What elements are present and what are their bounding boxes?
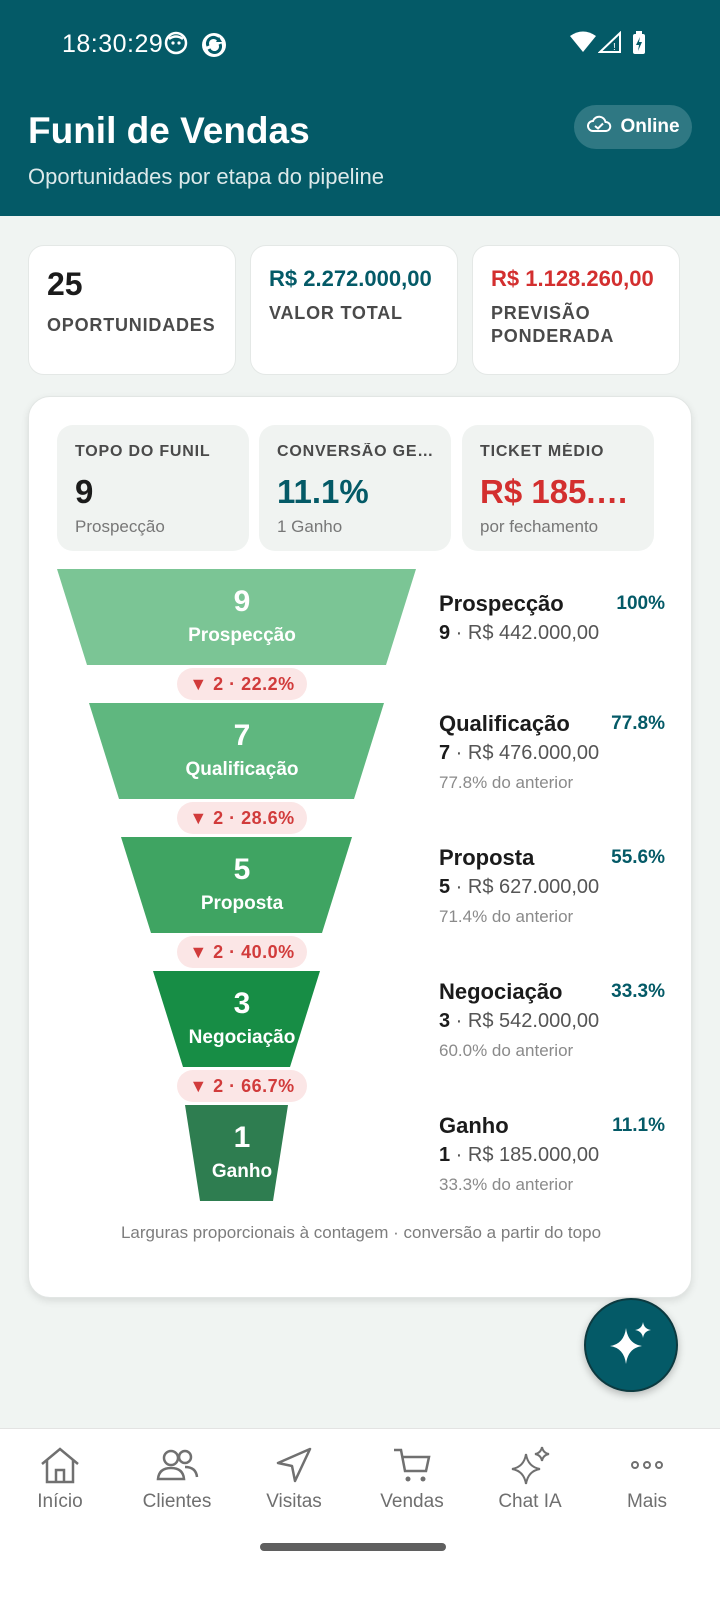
- stage-info-value: 3 · R$ 542.000,00: [439, 1010, 600, 1032]
- face-icon: [164, 31, 188, 60]
- kpi-card-valor-total: R$ 2.272.000,00 VALOR TOTAL: [250, 245, 458, 375]
- home-icon: [41, 1447, 79, 1484]
- online-label: Online: [620, 116, 680, 137]
- nav-label: Clientes: [142, 1491, 212, 1512]
- stage-info-percent: 100%: [616, 593, 665, 614]
- stage-info-value: 7 · R$ 476.000,00: [439, 742, 600, 764]
- app-header: 18:30:29 ! Funil de Vendas Oportunidades…: [0, 0, 720, 216]
- page-title: Funil de Vendas: [28, 110, 310, 151]
- more-icon: [631, 1461, 663, 1469]
- stage-info-name: Proposta: [439, 845, 535, 870]
- drop-badge: ▼ 2 · 22.2%: [177, 668, 307, 700]
- funnel-stage-name: Ganho: [211, 1161, 273, 1182]
- nav-item-mais[interactable]: Mais: [587, 1445, 707, 1513]
- nav-label: Mais: [626, 1491, 668, 1512]
- navigation-icon: [276, 1447, 312, 1483]
- nav-label: Início: [37, 1491, 83, 1512]
- nav-item-clientes[interactable]: Clientes: [117, 1445, 237, 1513]
- stage-info-previous: 60.0% do anterior: [439, 1041, 574, 1060]
- nav-item-chat-ia[interactable]: Chat IA: [470, 1445, 590, 1513]
- kpi-label: PREVISÃO PONDERADA: [491, 303, 615, 346]
- sparkles-icon: [606, 1318, 656, 1373]
- kpi-value: R$ 1.128.260,00: [491, 266, 654, 291]
- funnel-stage-count: 9: [233, 585, 251, 618]
- nav-label: Vendas: [380, 1491, 444, 1512]
- kpi-label: OPORTUNIDADES: [47, 315, 216, 335]
- nav-item-vendas[interactable]: Vendas: [352, 1445, 472, 1513]
- stage-info-percent: 33.3%: [611, 981, 665, 1002]
- funnel-stage-name: Negociação: [188, 1027, 296, 1048]
- kpi-card-oportunidades: 25 OPORTUNIDADES: [28, 245, 236, 375]
- page-subtitle: Oportunidades por etapa do pipeline: [28, 164, 384, 189]
- sync-icon: [200, 31, 228, 64]
- sparkles-icon: [511, 1446, 550, 1485]
- funnel-stage-count: 3: [233, 987, 251, 1020]
- funnel-stage-name: Qualificação: [185, 759, 299, 780]
- kpi-label: VALOR TOTAL: [269, 303, 403, 323]
- stage-info-name: Prospecção: [439, 591, 564, 616]
- svg-text:!: !: [613, 42, 616, 53]
- cart-icon: [394, 1448, 431, 1482]
- funnel-stage-name: Proposta: [200, 893, 284, 914]
- stage-info-previous: 71.4% do anterior: [439, 907, 574, 926]
- kpi-value: 25: [47, 266, 83, 302]
- funnel-stage-count: 5: [233, 853, 251, 886]
- funnel-footnote: Larguras proporcionais à contagem · conv…: [120, 1223, 602, 1242]
- funnel-stage-count: 1: [233, 1121, 251, 1154]
- funnel-stage-name: Prospecção: [188, 625, 296, 646]
- nav-item-inicio[interactable]: Início: [0, 1445, 120, 1513]
- stage-info-percent: 77.8%: [611, 713, 665, 734]
- status-time: 18:30:29: [62, 30, 164, 58]
- drop-badge: ▼ 2 · 28.6%: [177, 802, 307, 834]
- stage-info-previous: 77.8% do anterior: [439, 773, 574, 792]
- bottom-navigation: Início Clientes Visitas Vendas Chat IA M…: [0, 1428, 720, 1600]
- kpi-value: R$ 2.272.000,00: [269, 266, 432, 291]
- stage-info-percent: 11.1%: [612, 1115, 665, 1136]
- funnel-stage-count: 7: [233, 719, 251, 752]
- battery-icon: [632, 31, 646, 60]
- funnel-card: TOPO DO FUNIL 9 Prospecção CONVERSÃO GER…: [28, 396, 692, 1298]
- status-bar: 18:30:29 !: [0, 0, 720, 90]
- stage-info-value: 5 · R$ 627.000,00: [439, 876, 600, 898]
- nav-label: Chat IA: [498, 1491, 562, 1512]
- nav-item-visitas[interactable]: Visitas: [234, 1445, 354, 1513]
- stage-info-value: 9 · R$ 442.000,00: [439, 622, 600, 644]
- kpi-card-previsao-ponderada: R$ 1.128.260,00 PREVISÃO PONDERADA: [472, 245, 680, 375]
- drop-badge: ▼ 2 · 40.0%: [177, 936, 307, 968]
- home-indicator[interactable]: [260, 1543, 446, 1551]
- ai-assistant-fab[interactable]: [584, 1298, 678, 1392]
- signal-icon: !: [597, 30, 622, 58]
- cloud-icon: [586, 114, 612, 140]
- stage-info-previous: 33.3% do anterior: [439, 1175, 574, 1194]
- online-status-badge[interactable]: Online: [574, 105, 692, 149]
- stage-info-name: Ganho: [439, 1113, 509, 1138]
- stage-info-value: 1 · R$ 185.000,00: [439, 1144, 600, 1166]
- stage-info-percent: 55.6%: [611, 847, 665, 868]
- stage-info-name: Qualificação: [439, 711, 570, 736]
- users-icon: [156, 1449, 199, 1481]
- stage-info-name: Negociação: [439, 979, 563, 1004]
- wifi-icon: [570, 31, 596, 58]
- nav-label: Visitas: [266, 1491, 322, 1512]
- drop-badge: ▼ 2 · 66.7%: [177, 1070, 307, 1102]
